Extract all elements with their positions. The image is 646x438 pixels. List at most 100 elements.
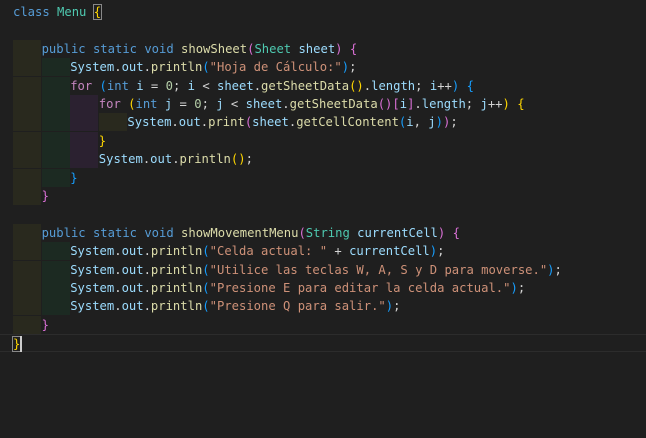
code-token: Sheet	[254, 41, 292, 56]
code-line[interactable]: }	[0, 131, 646, 150]
code-line[interactable]: }	[0, 315, 646, 334]
code-token: ()	[349, 78, 364, 93]
code-line-text: public static void showSheet(Sheet sheet…	[42, 40, 358, 58]
code-line-text: System.out.println("Utilice las teclas W…	[70, 261, 562, 279]
code-token: <	[223, 97, 246, 111]
code-token: length	[371, 78, 416, 93]
code-line-text: System.out.println("Celda actual: " + cu…	[70, 242, 444, 260]
code-line-text: class Menu {	[13, 3, 103, 21]
code-token: System	[70, 281, 115, 295]
code-token: sheet	[252, 115, 289, 130]
indent-guide	[13, 39, 41, 58]
code-token: (	[128, 97, 136, 111]
code-token: System	[98, 152, 143, 167]
code-line[interactable]: public static void showMovementMenu(Stri…	[0, 223, 646, 242]
code-token: out	[121, 281, 144, 295]
code-line[interactable]: class Menu {	[0, 3, 646, 21]
code-token: j	[216, 97, 224, 111]
code-token: println	[179, 152, 231, 167]
code-token: out	[121, 60, 144, 75]
code-line[interactable]: System.out.println("Presione E para edit…	[0, 279, 646, 297]
code-line-text: System.out.println("Presione E para edit…	[70, 279, 525, 297]
code-token: )	[341, 60, 350, 75]
indent-guide	[13, 260, 41, 279]
code-line[interactable]	[0, 21, 646, 39]
code-token: println	[150, 60, 203, 75]
code-token: {	[517, 97, 525, 111]
code-token: 0	[194, 97, 202, 111]
code-token: <	[194, 78, 217, 93]
code-token: (	[298, 225, 306, 240]
code-token: }	[70, 170, 78, 185]
code-token: getSheetData	[289, 97, 378, 111]
code-token: ;	[393, 299, 401, 314]
code-token: ;	[172, 78, 188, 93]
code-token: .	[114, 244, 122, 259]
code-line[interactable]: System.out.println("Celda actual: " + cu…	[0, 242, 646, 261]
code-token: sheet	[298, 41, 336, 56]
code-token: {	[92, 4, 103, 20]
code-token: ;	[415, 78, 430, 93]
code-token: .	[282, 97, 290, 111]
code-token: .	[143, 60, 151, 75]
code-editor[interactable]: class Menu { public static void showSheet…	[0, 0, 646, 438]
code-line[interactable]: for (int j = 0; j < sheet.getSheetData()…	[0, 95, 646, 113]
code-token: public	[41, 41, 86, 56]
code-token: }	[98, 133, 107, 148]
code-line[interactable]: }	[0, 187, 646, 205]
code-token: i	[187, 78, 195, 93]
code-line[interactable]: public static void showSheet(Sheet sheet…	[0, 39, 646, 58]
code-token: ;	[450, 115, 458, 130]
code-line[interactable]: }	[0, 334, 646, 353]
code-token: for	[70, 78, 93, 93]
code-line[interactable]: System.out.println("Presione Q para sali…	[0, 297, 646, 316]
code-token: ,	[413, 115, 429, 130]
code-line[interactable]	[0, 205, 646, 223]
code-token: {	[349, 41, 358, 56]
indent-guide	[13, 95, 41, 113]
code-token: .	[114, 262, 122, 277]
code-token: j	[480, 97, 488, 111]
code-token: .	[114, 281, 122, 295]
code-token: "Hoja de Cálculo:"	[209, 60, 342, 75]
code-token: ;	[349, 60, 357, 75]
code-token: (	[202, 60, 210, 75]
code-token: System	[127, 115, 172, 130]
code-token: currentCell	[357, 225, 438, 240]
code-line-text: for (int j = 0; j < sheet.getSheetData()…	[99, 95, 525, 113]
code-token: .	[114, 60, 122, 75]
code-line[interactable]: System.out.println();	[0, 150, 646, 169]
code-line[interactable]: for (int i = 0; i < sheet.getSheetData()…	[0, 76, 646, 95]
indent-guide	[13, 223, 41, 242]
code-token: ;	[465, 97, 481, 111]
code-line[interactable]: System.out.print(sheet.getCellContent(i,…	[0, 113, 646, 132]
indent-guide	[13, 131, 41, 150]
code-token: class	[13, 5, 50, 19]
code-line-text: }	[70, 169, 77, 187]
code-line[interactable]: System.out.println("Hoja de Cálculo:");	[0, 58, 646, 77]
code-line-text: for (int i = 0; i < sheet.getSheetData()…	[70, 77, 474, 95]
code-token: println	[150, 281, 203, 295]
code-token: int	[135, 97, 158, 111]
code-token: out	[121, 244, 144, 259]
code-token: =	[143, 78, 166, 93]
code-token: (	[202, 244, 210, 259]
code-token: println	[150, 262, 203, 277]
indent-guide	[41, 131, 70, 150]
code-token: i	[136, 78, 144, 93]
code-line[interactable]: }	[0, 168, 646, 187]
indent-guide	[70, 113, 99, 132]
code-token: "Utilice las teclas W, A, S y D para mov…	[209, 262, 548, 277]
code-line[interactable]: System.out.println("Utilice las teclas W…	[0, 260, 646, 279]
code-token: )	[547, 262, 555, 277]
code-token: System	[70, 244, 115, 259]
code-token: for	[98, 97, 121, 111]
code-token: ;	[437, 244, 445, 259]
code-token: "Presione E para editar la celda actual.…	[209, 281, 511, 295]
